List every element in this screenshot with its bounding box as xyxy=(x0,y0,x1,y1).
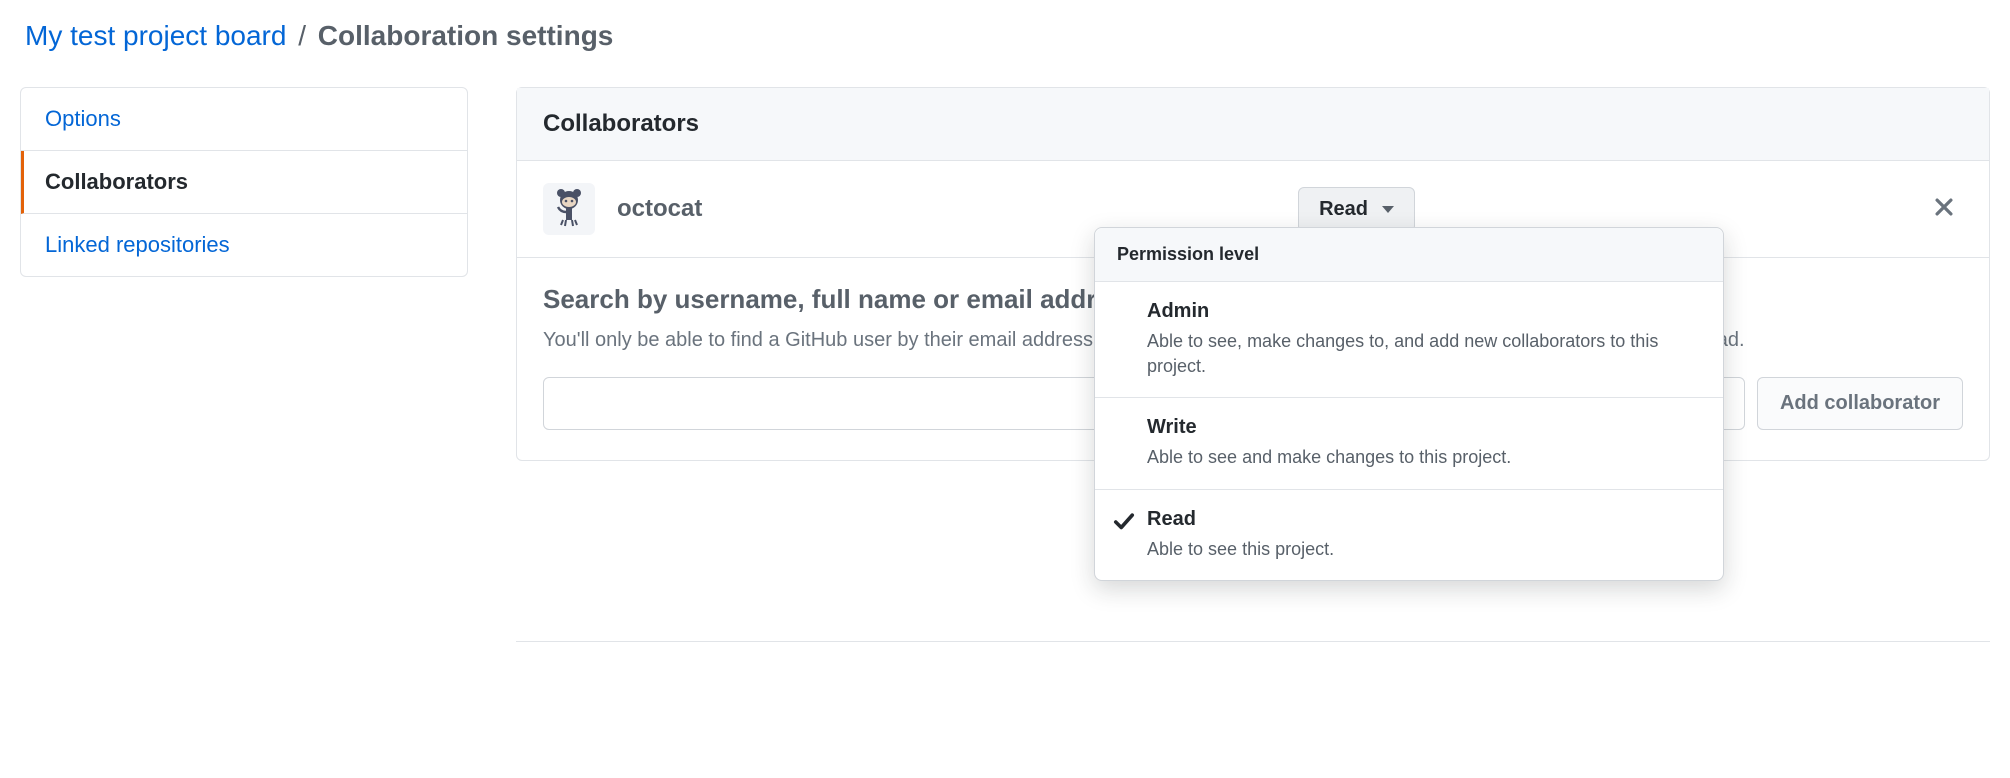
check-column xyxy=(1113,508,1147,538)
dropdown-item-desc: Able to see this project. xyxy=(1147,537,1334,562)
sidebar-item-collaborators[interactable]: Collaborators xyxy=(21,151,467,214)
collaborator-username: octocat xyxy=(617,195,702,223)
sidebar-item-linked-repos[interactable]: Linked repositories xyxy=(21,214,467,276)
breadcrumb-separator: / xyxy=(298,20,306,51)
close-icon xyxy=(1933,193,1955,224)
permission-dropdown-button[interactable]: Read xyxy=(1298,187,1415,232)
check-icon xyxy=(1113,520,1135,537)
permission-dropdown-label: Read xyxy=(1319,198,1368,221)
dropdown-item-write[interactable]: Write Able to see and make changes to th… xyxy=(1095,398,1723,489)
breadcrumb: My test project board / Collaboration se… xyxy=(20,20,1990,52)
dropdown-item-title: Write xyxy=(1147,416,1511,439)
add-collaborator-button[interactable]: Add collaborator xyxy=(1757,377,1963,430)
breadcrumb-project-link[interactable]: My test project board xyxy=(25,20,286,51)
dropdown-header: Permission level xyxy=(1095,228,1723,282)
dropdown-item-desc: Able to see, make changes to, and add ne… xyxy=(1147,329,1701,379)
check-column xyxy=(1113,300,1147,303)
panel-header: Collaborators xyxy=(517,88,1989,161)
avatar xyxy=(543,183,595,235)
remove-collaborator-button[interactable] xyxy=(1925,189,1963,229)
dropdown-item-title: Admin xyxy=(1147,300,1701,323)
settings-sidebar: Options Collaborators Linked repositorie… xyxy=(20,87,468,277)
permission-dropdown-menu: Permission level Admin Able to see, make… xyxy=(1094,227,1724,581)
check-column xyxy=(1113,416,1147,419)
dropdown-item-desc: Able to see and make changes to this pro… xyxy=(1147,445,1511,470)
caret-down-icon xyxy=(1382,206,1394,213)
breadcrumb-current: Collaboration settings xyxy=(318,20,614,51)
sidebar-item-options[interactable]: Options xyxy=(21,88,467,151)
divider xyxy=(516,641,1990,642)
dropdown-item-title: Read xyxy=(1147,508,1334,531)
main-content: Collaborators xyxy=(516,87,1990,642)
dropdown-item-admin[interactable]: Admin Able to see, make changes to, and … xyxy=(1095,282,1723,398)
dropdown-item-read[interactable]: Read Able to see this project. xyxy=(1095,490,1723,580)
octocat-icon xyxy=(549,187,589,232)
